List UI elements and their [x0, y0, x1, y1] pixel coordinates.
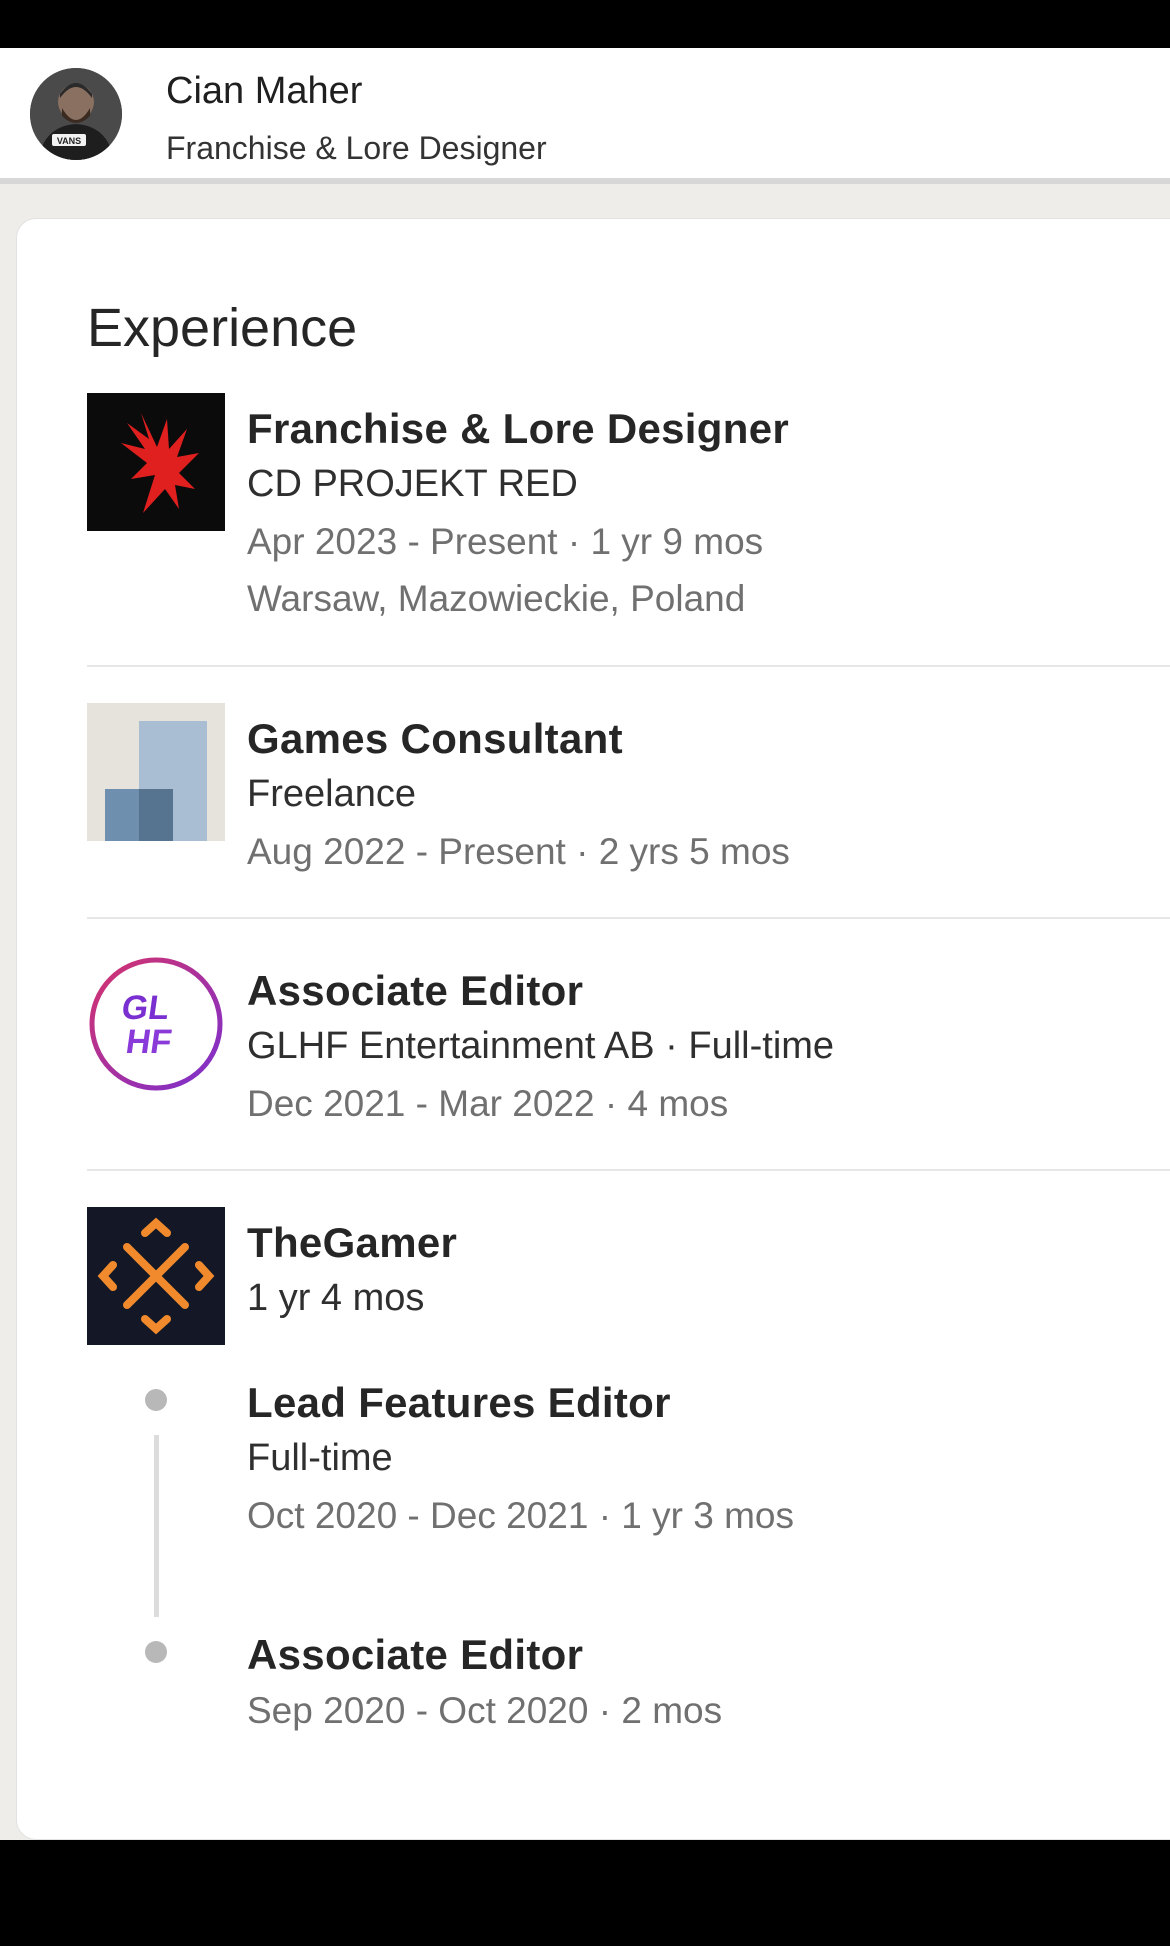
divider: [87, 917, 1170, 919]
section-title: Experience: [87, 298, 358, 358]
avatar-badge-text: VANS: [57, 136, 81, 146]
glhf-logo-text: GL: [119, 989, 172, 1027]
job-title[interactable]: Associate Editor: [247, 967, 583, 1015]
timeline-dot: [145, 1641, 167, 1663]
divider: [87, 665, 1170, 667]
company-name[interactable]: TheGamer: [247, 1219, 457, 1267]
divider: [87, 1169, 1170, 1171]
generic-company-logo-icon[interactable]: [87, 703, 225, 841]
svg-text:HF: HF: [123, 1023, 174, 1061]
experience-card: Experience Franchise & Lore Designer CD …: [16, 218, 1170, 1840]
timeline-dot: [145, 1389, 167, 1411]
timeline-line: [154, 1435, 159, 1617]
status-bar: [0, 0, 1170, 48]
role-title[interactable]: Lead Features Editor: [247, 1379, 671, 1427]
job-dates: Apr 2023 - Present · 1 yr 9 mos: [247, 521, 764, 562]
role-title[interactable]: Associate Editor: [247, 1631, 583, 1679]
job-title[interactable]: Franchise & Lore Designer: [247, 405, 789, 453]
bottom-bar: [0, 1840, 1170, 1946]
avatar[interactable]: VANS: [30, 68, 122, 160]
thegamer-logo-icon[interactable]: [87, 1207, 225, 1345]
job-dates: Dec 2021 - Mar 2022 · 4 mos: [247, 1083, 729, 1124]
job-title[interactable]: Games Consultant: [247, 715, 623, 763]
cdpr-logo-icon[interactable]: [87, 393, 225, 531]
role-dates: Oct 2020 - Dec 2021 · 1 yr 3 mos: [247, 1495, 795, 1536]
job-location: Warsaw, Mazowieckie, Poland: [247, 578, 746, 619]
glhf-logo-icon[interactable]: GL HF: [87, 955, 225, 1093]
profile-name[interactable]: Cian Maher: [166, 70, 362, 113]
company-duration: 1 yr 4 mos: [247, 1277, 425, 1319]
company-name: Freelance: [247, 773, 416, 815]
role-type: Full-time: [247, 1437, 393, 1479]
profile-header[interactable]: VANS Cian Maher Franchise & Lore Designe…: [0, 48, 1170, 184]
role-dates: Sep 2020 - Oct 2020 · 2 mos: [247, 1690, 723, 1731]
profile-headline: Franchise & Lore Designer: [166, 130, 547, 166]
company-name: CD PROJEKT RED: [247, 463, 578, 505]
company-name: GLHF Entertainment AB · Full-time: [247, 1025, 835, 1067]
job-dates: Aug 2022 - Present · 2 yrs 5 mos: [247, 831, 790, 872]
